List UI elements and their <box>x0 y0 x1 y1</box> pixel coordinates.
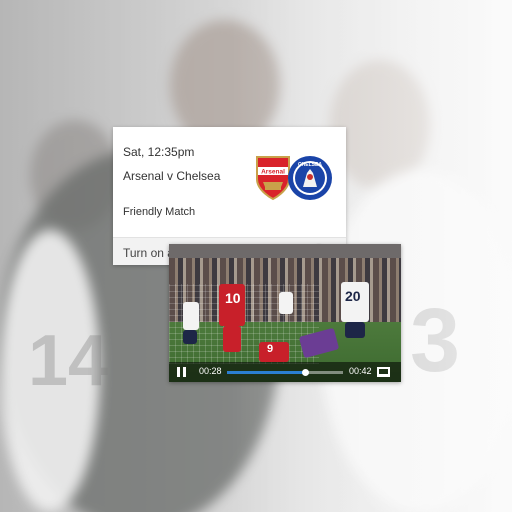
chelsea-crest-text: CHELSEA <box>298 162 322 168</box>
progress-thumb[interactable] <box>301 369 309 376</box>
video-player[interactable]: 10 9 20 00:28 00:42 <box>169 244 401 382</box>
video-player-figure: 20 <box>341 282 369 322</box>
progress-bar[interactable] <box>227 369 343 376</box>
video-controls: 00:28 00:42 <box>169 362 401 382</box>
fullscreen-icon[interactable] <box>377 367 390 377</box>
arsenal-crest-text: Arsenal <box>261 169 285 176</box>
video-player-figure: 9 <box>259 342 289 362</box>
match-datetime: Sat, 12:35pm <box>123 145 195 159</box>
duration-time: 00:42 <box>349 366 372 376</box>
current-time: 00:28 <box>199 366 222 376</box>
jersey-number: 20 <box>345 288 361 304</box>
pause-icon[interactable] <box>177 367 187 377</box>
progress-fill <box>227 371 305 374</box>
jersey-number: 10 <box>225 290 241 306</box>
chelsea-crest-icon: CHELSEA <box>288 156 332 200</box>
video-player-figure <box>183 302 199 330</box>
jersey-number: 9 <box>267 343 274 355</box>
arsenal-crest-icon: Arsenal <box>256 156 290 201</box>
match-teams: Arsenal v Chelsea <box>123 169 221 183</box>
video-player-figure: 10 <box>219 284 245 326</box>
match-type: Friendly Match <box>123 206 196 218</box>
